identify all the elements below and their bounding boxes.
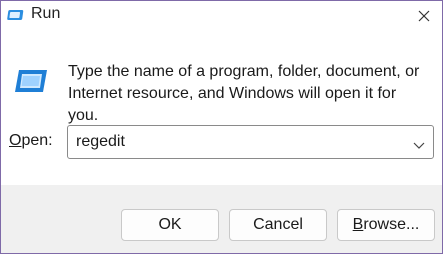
browse-rest: rowse... [363,216,420,233]
run-large-icon [13,69,49,98]
browse-accel: B [352,216,364,233]
open-label: Open: [9,132,53,150]
chevron-down-icon[interactable] [413,137,425,155]
open-combobox[interactable]: regedit [67,125,434,159]
window-title: Run [31,5,61,22]
title-bar[interactable]: Run [1,1,442,31]
open-label-rest: pen: [21,132,53,149]
browse-button[interactable]: Browse... [337,209,435,241]
close-icon [418,10,430,22]
run-dialog: Run Type the name of a program, folder, … [0,0,443,254]
close-button[interactable] [414,6,434,26]
cancel-button[interactable]: Cancel [229,209,327,241]
instruction-text: Type the name of a program, folder, docu… [68,63,420,124]
run-icon [7,6,25,29]
open-input[interactable]: regedit [76,126,125,158]
open-label-accel: O [9,132,22,149]
ok-button[interactable]: OK [121,209,219,241]
